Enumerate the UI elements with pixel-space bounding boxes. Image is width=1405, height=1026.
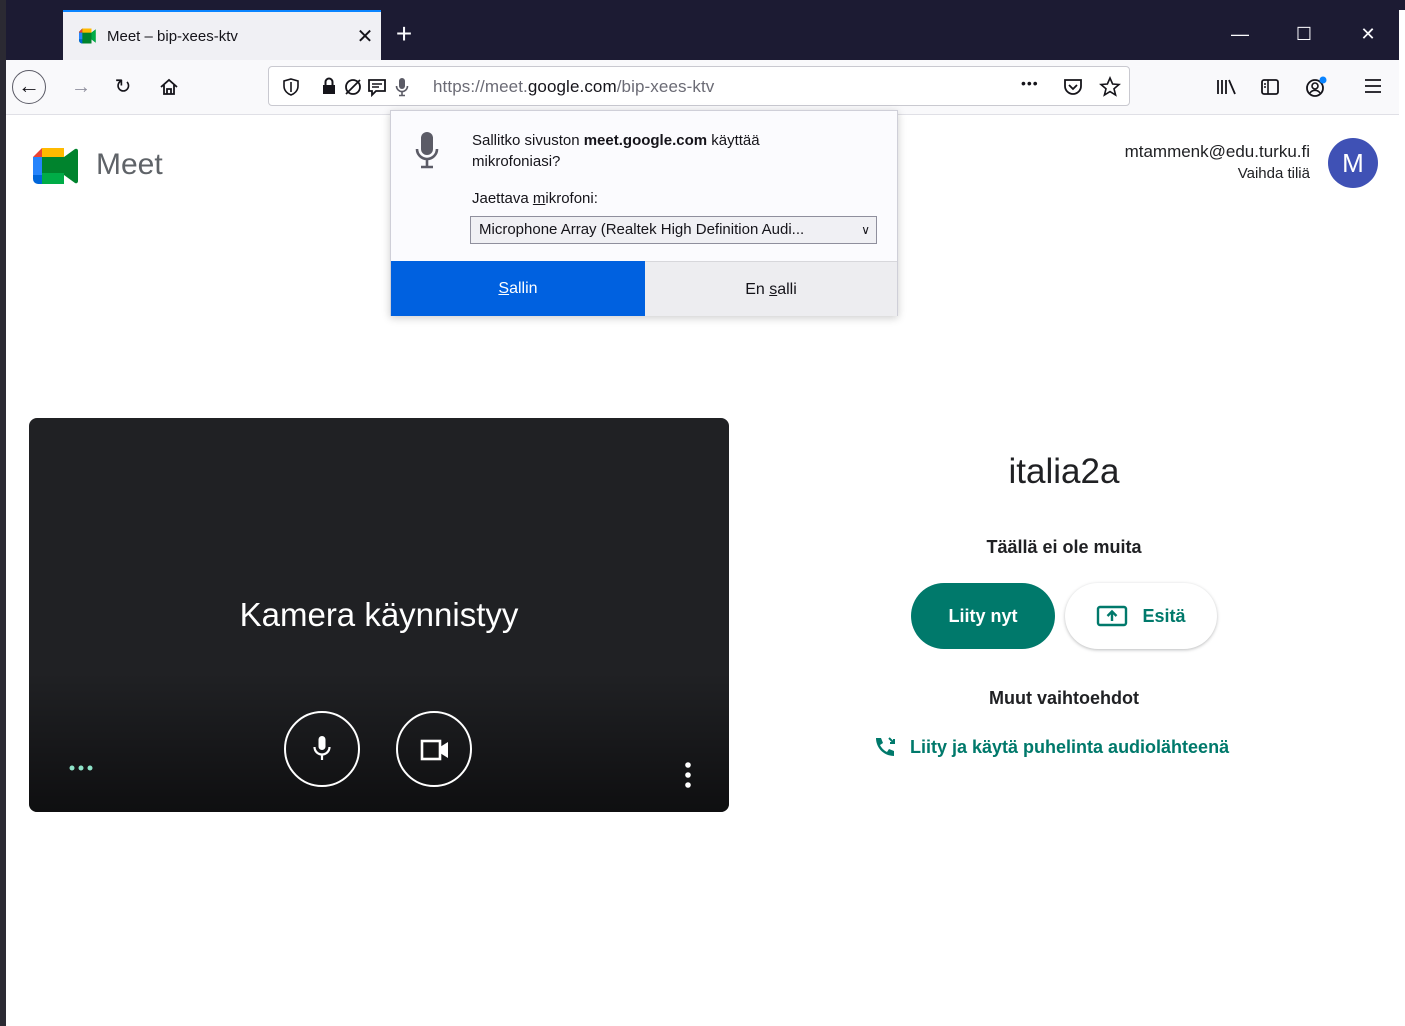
microphone-selected-value: Microphone Array (Realtek High Definitio… bbox=[479, 221, 805, 238]
lock-icon[interactable] bbox=[321, 77, 337, 95]
camera-status-text: Kamera käynnistyy bbox=[239, 596, 519, 633]
mic-label-pre: Jaettava bbox=[472, 190, 533, 207]
notification-permission-icon[interactable] bbox=[367, 77, 387, 97]
tab-title: Meet – bip-xees-ktv bbox=[107, 27, 238, 45]
camera-icon bbox=[420, 739, 448, 761]
new-tab-button[interactable]: + bbox=[386, 16, 422, 52]
deny-label-pre: En bbox=[745, 281, 770, 298]
account-icon[interactable] bbox=[1304, 75, 1328, 99]
tab-close-icon[interactable]: ✕ bbox=[349, 24, 381, 49]
url-path: /bip-xees-ktv bbox=[616, 77, 715, 96]
meet-favicon-icon bbox=[79, 28, 96, 44]
navigation-toolbar: ← → ↻ https://meet.google.com/bip-xees-k… bbox=[6, 60, 1399, 115]
library-icon[interactable] bbox=[1216, 78, 1238, 96]
other-options-heading: Muut vaihtoehdot bbox=[989, 688, 1139, 708]
hamburger-menu-icon[interactable] bbox=[1364, 77, 1382, 95]
present-button-label: Esitä bbox=[1142, 605, 1186, 626]
microphone-permission-popup: Sallitko sivuston meet.google.com käyttä… bbox=[390, 110, 898, 316]
microphone-icon bbox=[415, 132, 439, 169]
present-screen-icon bbox=[1097, 605, 1128, 627]
account-email: mtammenk@edu.turku.fi bbox=[1124, 142, 1310, 161]
tab-meet[interactable]: Meet – bip-xees-ktv ✕ bbox=[63, 10, 381, 60]
mic-label-accesskey: m bbox=[532, 190, 546, 207]
question-prefix: Sallitko sivuston bbox=[472, 132, 584, 149]
tab-bar: Meet – bip-xees-ktv ✕ + — ☐ ✕ bbox=[6, 10, 1399, 60]
preview-gradient bbox=[29, 672, 729, 812]
deny-button[interactable]: En salli bbox=[645, 261, 897, 316]
sidebar-icon[interactable] bbox=[1260, 77, 1280, 97]
permission-question: Sallitko sivuston meet.google.com käyttä… bbox=[472, 130, 852, 172]
phone-audio-link[interactable]: Liity ja käytä puhelinta audiolähteenä bbox=[872, 736, 1229, 758]
reload-button[interactable]: ↻ bbox=[106, 70, 140, 104]
participants-status: Täällä ei ole muita bbox=[986, 537, 1142, 557]
mic-label-post: ikrofoni: bbox=[545, 190, 598, 207]
microphone-icon bbox=[313, 736, 331, 760]
minimize-button[interactable]: — bbox=[1208, 10, 1272, 60]
phone-audio-link-label: Liity ja käytä puhelinta audiolähteenä bbox=[910, 736, 1230, 757]
back-button[interactable]: ← bbox=[12, 70, 46, 104]
question-site: meet.google.com bbox=[583, 132, 708, 149]
maximize-button[interactable]: ☐ bbox=[1272, 10, 1336, 60]
page-actions-more-button[interactable]: ••• bbox=[1021, 75, 1039, 91]
window-frame-left bbox=[0, 0, 6, 1026]
home-icon bbox=[160, 78, 178, 95]
tracking-protection-shield-icon[interactable] bbox=[283, 78, 299, 96]
microphone-permission-icon[interactable] bbox=[395, 77, 409, 97]
url-text[interactable]: https://meet.google.com/bip-xees-ktv bbox=[433, 77, 714, 97]
home-button[interactable] bbox=[152, 70, 186, 104]
present-button[interactable]: Esitä bbox=[1065, 583, 1217, 649]
pocket-icon[interactable] bbox=[1063, 77, 1083, 97]
blocked-autoplay-icon[interactable] bbox=[343, 77, 363, 97]
url-bar[interactable]: https://meet.google.com/bip-xees-ktv ••• bbox=[268, 66, 1130, 106]
more-options-icon[interactable] bbox=[683, 761, 693, 789]
microphone-toggle-button[interactable] bbox=[284, 711, 360, 787]
switch-account-link[interactable]: Vaihda tiliä bbox=[1238, 165, 1310, 182]
video-preview: Kamera käynnistyy bbox=[29, 418, 729, 812]
allow-accesskey: S bbox=[498, 280, 510, 297]
join-now-button[interactable]: Liity nyt bbox=[911, 583, 1055, 649]
allow-label: allin bbox=[509, 280, 538, 297]
phone-add-icon bbox=[876, 737, 895, 756]
url-domain: google.com bbox=[527, 77, 617, 96]
status-dots-icon bbox=[69, 765, 93, 771]
close-window-button[interactable]: ✕ bbox=[1336, 10, 1400, 60]
camera-toggle-button[interactable] bbox=[396, 711, 472, 787]
meet-logo-icon bbox=[33, 148, 79, 184]
app-name: Meet bbox=[96, 148, 163, 181]
forward-button[interactable]: → bbox=[64, 70, 98, 104]
allow-button[interactable]: Sallin bbox=[391, 261, 645, 316]
microphone-select-label: Jaettava mikrofoni: bbox=[472, 190, 598, 207]
chevron-down-icon: ∨ bbox=[861, 223, 870, 237]
deny-label-post: alli bbox=[777, 281, 797, 298]
meeting-name: italia2a bbox=[1008, 452, 1120, 491]
bookmark-star-icon[interactable] bbox=[1099, 76, 1121, 98]
window-titlebar bbox=[0, 0, 1405, 10]
microphone-select[interactable]: Microphone Array (Realtek High Definitio… bbox=[470, 216, 877, 244]
url-prefix: https://meet. bbox=[433, 77, 528, 96]
avatar[interactable]: M bbox=[1328, 138, 1378, 188]
